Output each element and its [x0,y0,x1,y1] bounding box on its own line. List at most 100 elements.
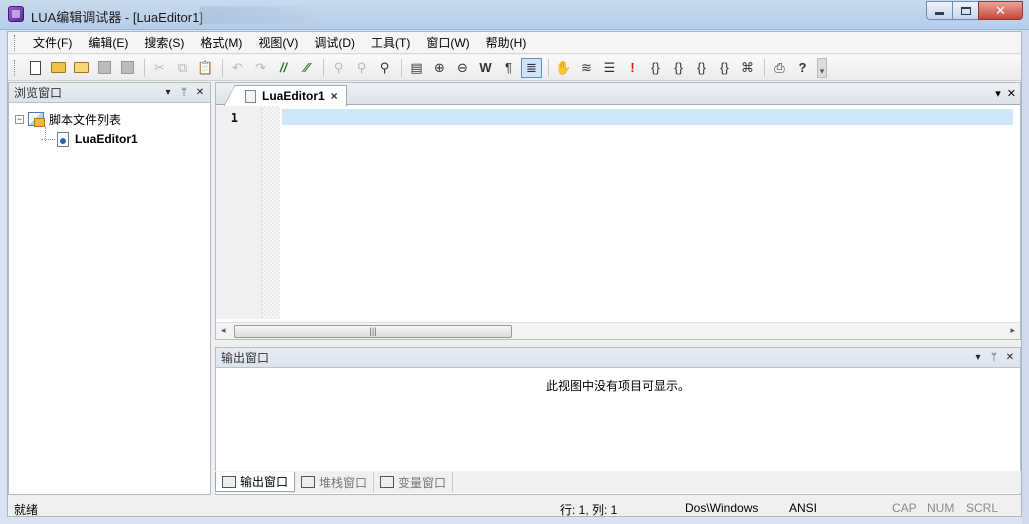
undo-icon[interactable]: ↶ [227,58,248,78]
open-folder-icon[interactable] [71,58,92,78]
window-controls: ✕ [926,1,1023,20]
menu-bar: 文件(F) 编辑(E) 搜索(S) 格式(M) 视图(V) 调试(D) 工具(T… [8,32,1021,54]
status-ready: 就绪 [14,503,39,517]
toolbar-separator [222,58,223,77]
browse-panel-title: 浏览窗口 [14,86,63,100]
cut-icon[interactable]: ✂ [149,58,170,78]
tab-variables[interactable]: 变量窗口 [374,472,454,492]
maximize-button[interactable] [952,1,978,20]
print-icon[interactable]: ⎙ [769,58,790,78]
zoom-in-icon[interactable]: ⊕ [429,58,450,78]
tab-close-icon[interactable]: × [331,89,338,103]
list-icon[interactable]: ☰ [599,58,620,78]
tab-stack[interactable]: 堆栈窗口 [295,472,375,492]
close-icon: ✕ [995,2,1006,18]
menu-view[interactable]: 视图(V) [250,34,306,51]
panel-pin-icon[interactable]: ᛘ [988,350,1000,364]
help-icon[interactable]: ? [792,58,813,78]
paste-icon[interactable]: 📋 [195,58,216,78]
run-to-cursor-icon[interactable]: {} [714,58,735,78]
tree-item-label: LuaEditor1 [75,132,138,146]
tab-list-dropdown-icon[interactable]: ▾ [995,87,1001,100]
lua-file-icon [57,131,69,147]
panel-dropdown-icon[interactable]: ▾ [972,350,984,364]
output-tabs: 输出窗口 堆栈窗口 变量窗口 [215,471,1021,493]
step-into-icon[interactable]: {} [645,58,666,78]
status-line-ending: Dos\Windows [685,501,759,515]
menu-grip[interactable] [14,34,17,51]
line-number-gutter: 1 [216,106,262,319]
tree-item-luaeditor1[interactable]: LuaEditor1 [15,129,138,149]
menu-search[interactable]: 搜索(S) [136,34,192,51]
line-number: 1 [230,111,238,125]
layers-icon[interactable]: ≋ [576,58,597,78]
close-button[interactable]: ✕ [978,1,1023,20]
pilcrow-icon[interactable]: ¶ [498,58,519,78]
find-icon[interactable]: ⚲ [328,58,349,78]
step-over-icon[interactable]: {} [668,58,689,78]
script-tree: − 脚本文件列表 LuaEditor1 [15,109,138,149]
menu-tools[interactable]: 工具(T) [363,34,418,51]
tree-connector-vertical [45,127,46,141]
fold-margin[interactable] [262,106,280,319]
panel-pin-icon[interactable]: ᛘ [178,85,190,99]
output-window-icon [222,475,236,488]
window-title: LUA编辑调试器 - [LuaEditor1] [31,10,203,25]
toolbar-overflow-button[interactable]: ▾ [817,57,827,78]
horizontal-scrollbar[interactable]: ◂ ||| ▸ [216,322,1020,339]
menu-format[interactable]: 格式(M) [192,34,250,51]
hand-icon[interactable]: ✋ [553,58,574,78]
new-file-icon[interactable] [25,58,46,78]
tab-variables-label: 变量窗口 [398,475,447,490]
toolbar-separator [764,58,765,77]
zoom-out-icon[interactable]: ⊖ [452,58,473,78]
panel-close-icon[interactable]: ✕ [194,85,206,99]
menu-debug[interactable]: 调试(D) [306,34,363,51]
toolbar-separator [401,58,402,77]
file-icon [245,89,256,103]
panel-close-icon[interactable]: ✕ [1004,350,1016,364]
watch-icon[interactable]: ⌘ [737,58,758,78]
editor-close-icon[interactable]: ✕ [1007,87,1016,100]
variable-window-icon [380,476,395,488]
toolbar-grip[interactable] [14,59,17,76]
title-ghost-overlay [200,6,320,24]
status-encoding: ANSI [789,501,818,515]
bookmark-icon[interactable]: ▤ [406,58,427,78]
tab-label: LuaEditor1 [262,89,325,103]
menu-window[interactable]: 窗口(W) [418,34,477,51]
comment-icon[interactable]: // [273,58,294,78]
tree-collapse-icon[interactable]: − [15,114,24,124]
replace-icon[interactable]: ⚲ [374,58,395,78]
panel-dropdown-icon[interactable]: ▾ [162,85,174,99]
current-line-highlight[interactable] [282,109,1013,125]
tree-root[interactable]: − 脚本文件列表 [15,109,138,129]
word-wrap-icon[interactable]: W [475,58,496,78]
save-icon[interactable] [94,58,115,78]
step-out-icon[interactable]: {} [691,58,712,78]
tab-output[interactable]: 输出窗口 [215,472,296,492]
status-caps: CAP [892,501,917,515]
output-panel-buttons: ▾ ᛘ ✕ [972,350,1016,364]
uncomment-icon[interactable]: ⁄⁄ [296,58,317,78]
find-next-icon[interactable]: ⚲ [351,58,372,78]
redo-icon[interactable]: ↷ [250,58,271,78]
menu-edit[interactable]: 编辑(E) [80,34,136,51]
menu-file[interactable]: 文件(F) [25,34,80,51]
menu-help[interactable]: 帮助(H) [478,34,535,51]
copy-icon[interactable]: ⧉ [172,58,193,78]
breakpoint-icon[interactable]: ! [622,58,643,78]
tab-luaeditor1[interactable]: LuaEditor1 × [223,85,347,107]
toolbar-separator [548,58,549,77]
title-bar: LUA编辑调试器 - [LuaEditor1] ✕ [0,0,1029,30]
scrollbar-thumb[interactable]: ||| [234,325,512,338]
open-file-icon[interactable] [48,58,69,78]
window-right-edge [1022,30,1029,524]
scroll-left-icon[interactable]: ◂ [221,325,226,336]
line-numbers-icon[interactable]: ≣ [521,57,542,78]
save-all-icon[interactable] [117,58,138,78]
stack-window-icon [301,476,316,488]
scroll-right-icon[interactable]: ▸ [1010,325,1015,336]
minimize-button[interactable] [926,1,952,20]
output-empty-message: 此视图中没有项目可显示。 [545,379,690,393]
